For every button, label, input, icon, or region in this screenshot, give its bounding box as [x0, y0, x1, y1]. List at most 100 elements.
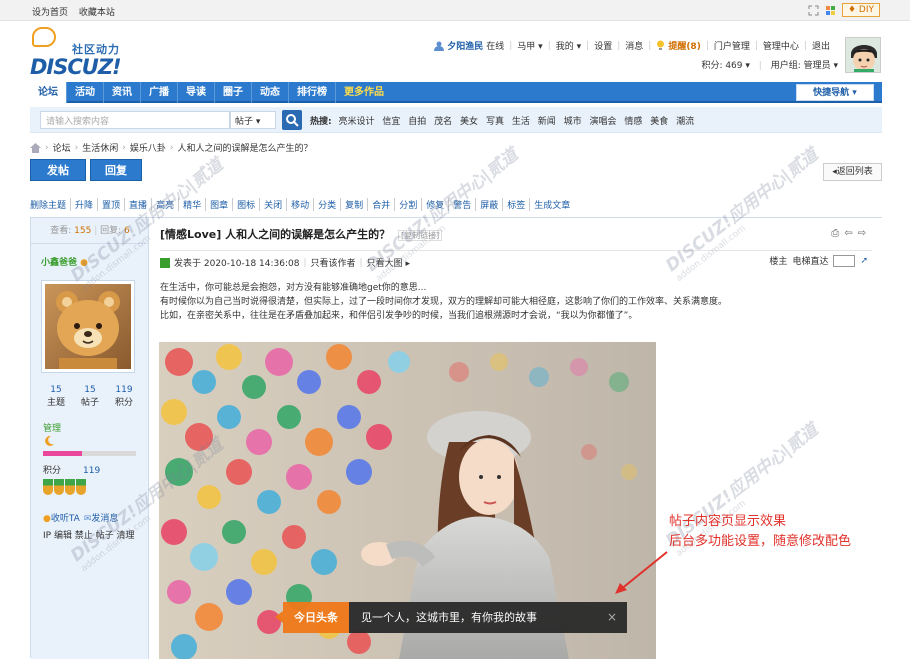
- portal-admin-link[interactable]: 门户管理: [714, 39, 750, 52]
- admin-links[interactable]: IP 编辑 禁止 帖子 清理: [43, 528, 135, 541]
- follow-link[interactable]: ●收听TA: [43, 511, 80, 524]
- hot-keyword[interactable]: 演唱会: [590, 117, 617, 127]
- breadcrumb-entertainment[interactable]: 娱乐八卦: [130, 141, 166, 154]
- diy-label: DIY: [858, 5, 874, 15]
- mod-icon[interactable]: 图标: [233, 198, 261, 211]
- nav-feed[interactable]: 动态: [252, 82, 289, 103]
- header-avatar[interactable]: [845, 37, 881, 73]
- mod-delete-thread[interactable]: 删除主题: [30, 198, 72, 211]
- mod-bump[interactable]: 升降: [71, 198, 99, 211]
- username-link[interactable]: 夕阳渔民: [447, 39, 483, 52]
- search-bar: 请输入搜索内容 帖子 ▾ 热搜: 亮米设计 信宜 自拍 茂名 美女 写真 生活 …: [30, 107, 882, 133]
- stat-points[interactable]: 119 积分: [115, 385, 133, 408]
- skin-icon[interactable]: [825, 5, 836, 16]
- post-title-tools: ⎙ ⇦ ⇨: [831, 228, 866, 239]
- mod-copy[interactable]: 复制: [341, 198, 369, 211]
- prev-thread-icon[interactable]: ⇦: [844, 228, 852, 239]
- breadcrumb-life[interactable]: 生活休闲: [82, 141, 118, 154]
- stat-threads[interactable]: 15 主题: [47, 385, 65, 408]
- nav-more-works[interactable]: 更多作品: [336, 82, 392, 103]
- hot-keyword[interactable]: 亮米设计: [338, 117, 374, 127]
- hot-keyword[interactable]: 新闻: [538, 117, 556, 127]
- hot-keyword[interactable]: 美女: [460, 117, 478, 127]
- mod-highlight[interactable]: 高亮: [152, 198, 180, 211]
- nav-activity[interactable]: 活动: [67, 82, 104, 103]
- hot-keyword[interactable]: 潮流: [676, 117, 694, 127]
- hot-keyword[interactable]: 信宜: [382, 117, 400, 127]
- post-content: [情感Love] 人和人之间的误解是怎么产生的？ [复制链接] ⎙ ⇦ ⇨ 发表…: [150, 218, 882, 659]
- mod-move[interactable]: 移动: [287, 198, 315, 211]
- author-name[interactable]: 小鑫爸爸 ●: [41, 255, 88, 268]
- mod-close[interactable]: 关闭: [260, 198, 288, 211]
- expand-icon[interactable]: [808, 5, 819, 16]
- stat-posts[interactable]: 15 帖子: [81, 385, 99, 408]
- mod-live[interactable]: 直播: [125, 198, 153, 211]
- mod-category[interactable]: 分类: [314, 198, 342, 211]
- nav-guide[interactable]: 导读: [178, 82, 215, 103]
- mod-stamp[interactable]: 图章: [206, 198, 234, 211]
- breadcrumb-forum[interactable]: 论坛: [53, 141, 71, 154]
- mod-block[interactable]: 屏蔽: [476, 198, 504, 211]
- next-thread-icon[interactable]: ⇨: [858, 228, 866, 239]
- mod-repair[interactable]: 修复: [422, 198, 450, 211]
- elevator-input[interactable]: [833, 254, 856, 267]
- author-medals[interactable]: [43, 479, 86, 495]
- set-homepage-link[interactable]: 设为首页: [32, 8, 68, 18]
- hot-keyword[interactable]: 美食: [650, 117, 668, 127]
- copy-link-button[interactable]: [复制链接]: [397, 230, 443, 241]
- mod-split[interactable]: 分割: [395, 198, 423, 211]
- author-level[interactable]: 管理: [43, 421, 61, 434]
- mod-sticky[interactable]: 置顶: [98, 198, 126, 211]
- messages-link[interactable]: 消息: [625, 39, 643, 52]
- nav-circle[interactable]: 圈子: [215, 82, 252, 103]
- close-icon[interactable]: ×: [607, 602, 617, 633]
- new-post-button[interactable]: 发帖: [30, 159, 86, 181]
- author-only-link[interactable]: 只看该作者: [311, 256, 356, 269]
- nav-forum[interactable]: 论坛: [30, 82, 67, 103]
- hot-keyword[interactable]: 自拍: [408, 117, 426, 127]
- nav-broadcast[interactable]: 广播: [141, 82, 178, 103]
- hot-keyword[interactable]: 情感: [624, 117, 642, 127]
- toast-text[interactable]: 见一个人，这城市里，有你我的故事: [361, 602, 537, 633]
- back-to-list-button[interactable]: ◂返回列表: [823, 163, 882, 181]
- elevator-go-icon[interactable]: ➚: [860, 256, 868, 266]
- send-message-link[interactable]: ✉发消息: [84, 511, 119, 524]
- user-group-menu[interactable]: 用户组: 管理员 ▾: [771, 61, 838, 71]
- mod-digest[interactable]: 精华: [179, 198, 207, 211]
- big-image-link[interactable]: 只看大图 ▸: [367, 256, 410, 269]
- bookmark-link[interactable]: 收藏本站: [79, 8, 115, 18]
- hot-keyword[interactable]: 生活: [512, 117, 530, 127]
- hot-keyword[interactable]: 城市: [564, 117, 582, 127]
- nav-ranking[interactable]: 排行榜: [289, 82, 336, 103]
- post-category[interactable]: [情感Love]: [160, 228, 221, 241]
- headline-toast[interactable]: 今日头条 见一个人，这城市里，有你我的故事 ×: [275, 602, 627, 633]
- medal-icon: [76, 479, 86, 495]
- hot-keyword[interactable]: 写真: [486, 117, 504, 127]
- reply-button[interactable]: 回复: [90, 159, 142, 181]
- horse-menu[interactable]: 马甲 ▾: [517, 39, 542, 52]
- author-score: 积分 119: [43, 463, 100, 476]
- stat-label: 帖子: [80, 398, 99, 408]
- hot-keyword[interactable]: 茂名: [434, 117, 452, 127]
- diy-button[interactable]: ♦ DIY: [841, 3, 880, 17]
- search-button[interactable]: [282, 110, 302, 130]
- breadcrumb-thread[interactable]: 人和人之间的误解是怎么产生的？: [177, 141, 312, 154]
- search-input[interactable]: 请输入搜索内容: [40, 111, 230, 129]
- print-icon[interactable]: ⎙: [831, 228, 839, 239]
- quick-nav-button[interactable]: 快捷导航 ▾: [796, 84, 874, 101]
- mine-menu[interactable]: 我的 ▾: [556, 39, 581, 52]
- home-icon[interactable]: [30, 142, 41, 153]
- author-avatar[interactable]: [41, 280, 135, 373]
- mod-tags[interactable]: 标签: [503, 198, 531, 211]
- mod-warn[interactable]: 警告: [449, 198, 477, 211]
- settings-link[interactable]: 设置: [594, 39, 612, 52]
- logout-link[interactable]: 退出: [812, 39, 830, 52]
- remind-link[interactable]: 提醒(8): [668, 39, 701, 52]
- mod-generate-article[interactable]: 生成文章: [530, 198, 574, 211]
- site-logo[interactable]: 社区动力 DISCUZ!: [30, 27, 160, 79]
- mod-merge[interactable]: 合并: [368, 198, 396, 211]
- points-menu[interactable]: 积分: 469 ▾: [701, 61, 749, 71]
- admin-center-link[interactable]: 管理中心: [763, 39, 799, 52]
- nav-news[interactable]: 资讯: [104, 82, 141, 103]
- search-scope-select[interactable]: 帖子 ▾: [230, 111, 276, 129]
